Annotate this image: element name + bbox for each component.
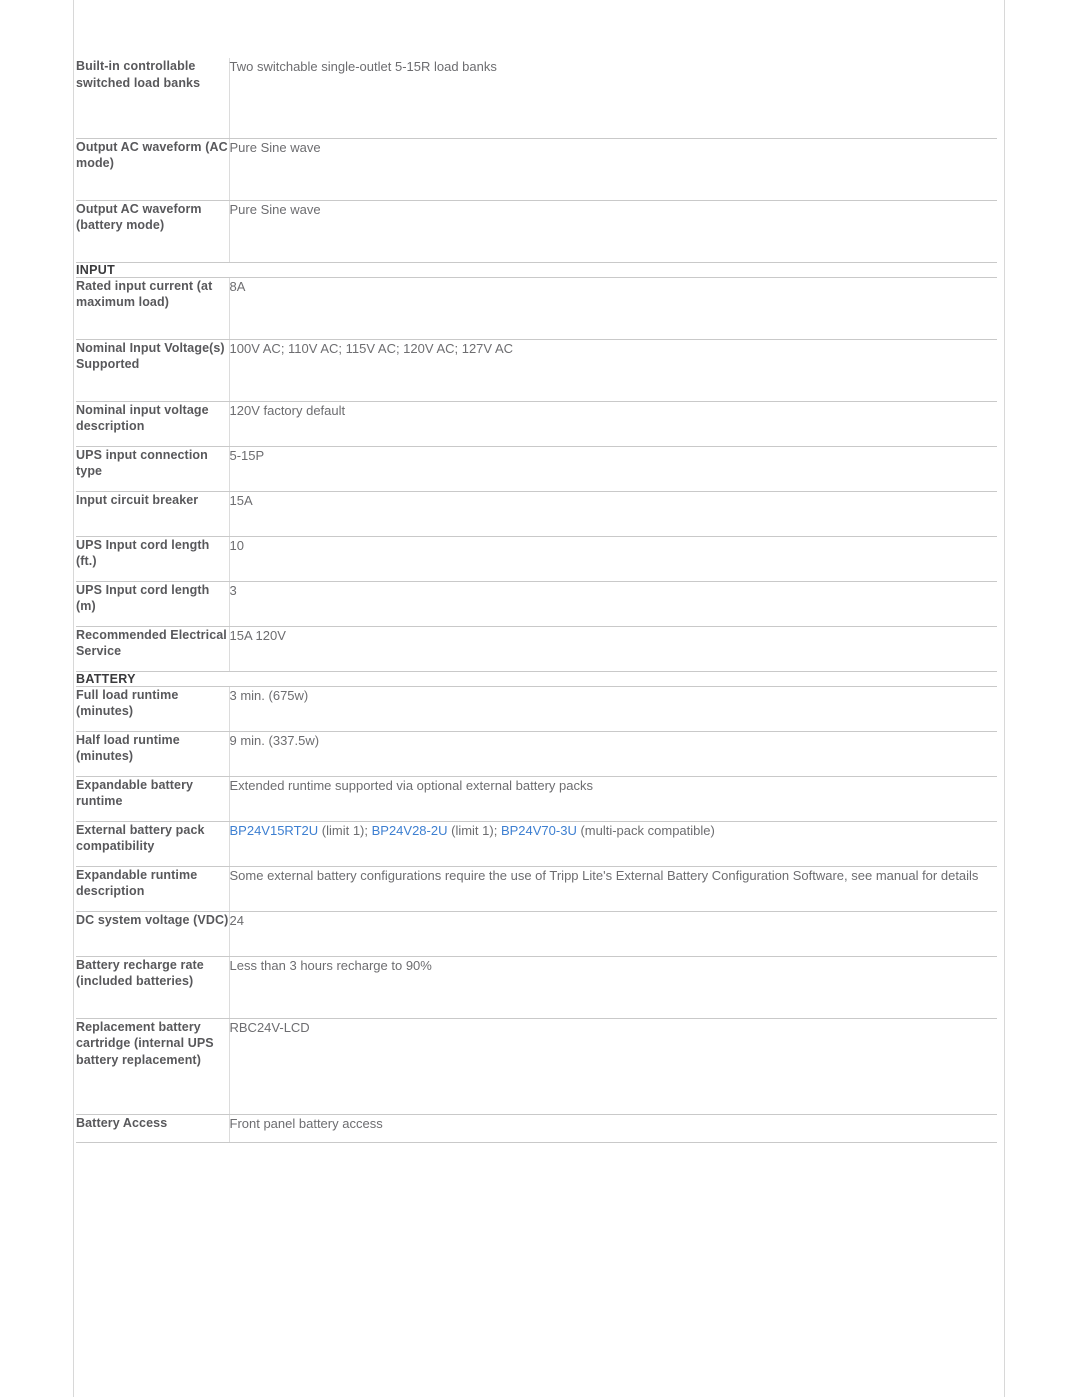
spec-value: Pure Sine wave <box>229 138 997 201</box>
spec-label: Output AC waveform (AC mode) <box>76 138 230 201</box>
table-row: Full load runtime (minutes) 3 min. (675w) <box>76 686 997 732</box>
spec-value: 15A 120V <box>229 626 997 672</box>
specifications-table-body: Built-in controllable switched load bank… <box>76 58 997 1143</box>
spec-value: RBC24V-LCD <box>229 1018 997 1115</box>
table-row: Replacement battery cartridge (internal … <box>76 1018 997 1115</box>
table-section-row: BATTERY <box>76 671 997 687</box>
spec-value: 3 <box>229 581 997 627</box>
table-row: Recommended Electrical Service 15A 120V <box>76 626 997 672</box>
spec-value: 10 <box>229 536 997 582</box>
spec-label: Input circuit breaker <box>76 491 230 537</box>
spec-label: Nominal input voltage description <box>76 401 230 447</box>
table-row: UPS Input cord length (ft.) 10 <box>76 536 997 582</box>
spec-label: DC system voltage (VDC) <box>76 911 230 957</box>
spec-label: Full load runtime (minutes) <box>76 686 230 732</box>
spec-value-text: (limit 1); <box>447 822 501 838</box>
table-row: Battery Access Front panel battery access <box>76 1114 997 1143</box>
spec-value-text: (limit 1); <box>318 822 372 838</box>
spec-value: Extended runtime supported via optional … <box>229 776 997 822</box>
spec-value: 8A <box>229 277 997 340</box>
table-section-row: INPUT <box>76 262 997 278</box>
battery-pack-link[interactable]: BP24V15RT2U <box>230 823 319 838</box>
spec-label: Expandable battery runtime <box>76 776 230 822</box>
battery-pack-link[interactable]: BP24V28-2U <box>372 823 448 838</box>
table-row: UPS Input cord length (m) 3 <box>76 581 997 627</box>
table-row: Rated input current (at maximum load) 8A <box>76 277 997 340</box>
spec-value: 3 min. (675w) <box>229 686 997 732</box>
spec-label: Expandable runtime description <box>76 866 230 912</box>
table-row: DC system voltage (VDC) 24 <box>76 911 997 957</box>
spec-label: Battery recharge rate (included batterie… <box>76 956 230 1019</box>
spec-label: Nominal Input Voltage(s) Supported <box>76 339 230 402</box>
table-row: Built-in controllable switched load bank… <box>76 58 997 139</box>
spec-label: UPS input connection type <box>76 446 230 492</box>
table-row: Expandable battery runtime Extended runti… <box>76 776 997 822</box>
spec-value: 15A <box>229 491 997 537</box>
spec-value-text: (multi-pack compatible) <box>576 822 715 838</box>
spec-label: Built-in controllable switched load bank… <box>76 58 230 139</box>
spec-label: Recommended Electrical Service <box>76 626 230 672</box>
spec-label: UPS Input cord length (m) <box>76 581 230 627</box>
spec-value: BP24V15RT2U (limit 1); BP24V28-2U (limit… <box>229 821 997 867</box>
spec-label: Replacement battery cartridge (internal … <box>76 1018 230 1115</box>
table-row: Output AC waveform (battery mode) Pure Si… <box>76 200 997 263</box>
table-row: UPS input connection type 5-15P <box>76 446 997 492</box>
table-row: Output AC waveform (AC mode) Pure Sine wa… <box>76 138 997 201</box>
spec-label: Half load runtime (minutes) <box>76 731 230 777</box>
spec-label: External battery pack compatibility <box>76 821 230 867</box>
section-header-label: BATTERY <box>76 671 997 687</box>
spec-label: Rated input current (at maximum load) <box>76 277 230 340</box>
spec-value: 100V AC; 110V AC; 115V AC; 120V AC; 127V… <box>229 339 997 402</box>
spec-value: Pure Sine wave <box>229 200 997 263</box>
specifications-table: Built-in controllable switched load bank… <box>76 58 997 1143</box>
spec-value: 24 <box>229 911 997 957</box>
table-row: Expandable runtime description Some exter… <box>76 866 997 912</box>
spec-value: Front panel battery access <box>229 1114 997 1143</box>
spec-value: 5-15P <box>229 446 997 492</box>
table-row: External battery pack compatibility BP24V… <box>76 821 997 867</box>
table-row: Input circuit breaker 15A <box>76 491 997 537</box>
table-row: Half load runtime (minutes) 9 min. (337.5… <box>76 731 997 777</box>
section-header-label: INPUT <box>76 262 997 278</box>
spec-value: 9 min. (337.5w) <box>229 731 997 777</box>
table-row: Nominal Input Voltage(s) Supported 100V A… <box>76 339 997 402</box>
spec-label: UPS Input cord length (ft.) <box>76 536 230 582</box>
spec-label: Output AC waveform (battery mode) <box>76 200 230 263</box>
spec-value: Two switchable single-outlet 5-15R load … <box>229 58 997 139</box>
spec-value: Less than 3 hours recharge to 90% <box>229 956 997 1019</box>
spec-value: 120V factory default <box>229 401 997 447</box>
spec-value: Some external battery configurations req… <box>229 866 997 912</box>
spec-label: Battery Access <box>76 1114 230 1143</box>
table-row: Nominal input voltage description 120V fa… <box>76 401 997 447</box>
battery-pack-link[interactable]: BP24V70-3U <box>501 823 577 838</box>
table-row: Battery recharge rate (included batterie… <box>76 956 997 1019</box>
